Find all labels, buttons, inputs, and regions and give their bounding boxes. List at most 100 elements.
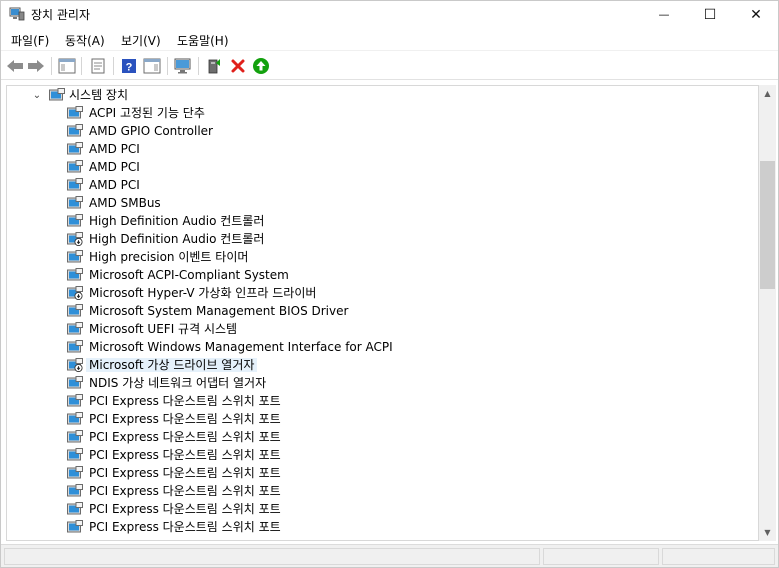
- maximize-icon: ☐: [703, 6, 717, 23]
- back-arrow-icon: [7, 60, 23, 72]
- system-devices-category-icon: [49, 88, 65, 101]
- enable-device-button[interactable]: [251, 56, 271, 76]
- expand-collapse-chevron-icon[interactable]: ⌄: [31, 89, 43, 101]
- device-label: AMD PCI: [89, 142, 140, 156]
- system-device-icon: [67, 448, 83, 461]
- menu-file[interactable]: 파일(F): [11, 32, 49, 49]
- tree-device-item[interactable]: High precision 이벤트 타이머: [7, 248, 747, 266]
- menu-action[interactable]: 동작(A): [65, 32, 105, 49]
- forward-button[interactable]: [26, 56, 46, 76]
- scroll-down-button[interactable]: ▼: [759, 524, 776, 541]
- tree-device-item[interactable]: AMD PCI: [7, 176, 747, 194]
- device-label: PCI Express 다운스트림 스위치 포트: [89, 412, 281, 426]
- action-pane-button[interactable]: [142, 56, 162, 76]
- scan-hardware-button[interactable]: [173, 56, 193, 76]
- close-button[interactable]: ✕: [733, 1, 779, 28]
- tree-device-item[interactable]: PCI Express 다운스트림 스위치 포트: [7, 428, 747, 446]
- show-hide-console-tree-icon: [58, 58, 76, 74]
- device-label: PCI Express 다운스트림 스위치 포트: [89, 394, 281, 408]
- device-label: AMD SMBus: [89, 196, 161, 210]
- tree-device-item[interactable]: Microsoft Windows Management Interface f…: [7, 338, 747, 356]
- properties-icon: [91, 58, 105, 74]
- tree-device-item[interactable]: PCI Express 다운스트림 스위치 포트: [7, 500, 747, 518]
- system-device-icon: [67, 394, 83, 407]
- help-button[interactable]: ?: [119, 56, 139, 76]
- tree-device-item[interactable]: PCI Express 다운스트림 스위치 포트: [7, 410, 747, 428]
- status-cell-tertiary: [662, 548, 775, 565]
- system-device-icon: [67, 502, 83, 515]
- system-device-icon: [67, 520, 83, 533]
- toolbar-separator: [81, 57, 82, 75]
- tree-device-item[interactable]: AMD GPIO Controller: [7, 122, 747, 140]
- system-device-icon: [67, 142, 83, 155]
- category-label: 시스템 장치: [69, 88, 129, 102]
- tree-device-item[interactable]: Microsoft Hyper-V 가상화 인프라 드라이버: [7, 284, 747, 302]
- tree-device-item[interactable]: Microsoft System Management BIOS Driver: [7, 302, 747, 320]
- status-bar: [1, 544, 778, 567]
- tree-device-item[interactable]: High Definition Audio 컨트롤러: [7, 212, 747, 230]
- properties-button[interactable]: [88, 56, 108, 76]
- show-hide-console-tree-button[interactable]: [57, 56, 77, 76]
- device-label: Microsoft Windows Management Interface f…: [89, 340, 393, 354]
- back-button[interactable]: [5, 56, 25, 76]
- tree-device-item[interactable]: Microsoft UEFI 규격 시스템: [7, 320, 747, 338]
- device-label: PCI Express 다운스트림 스위치 포트: [89, 502, 281, 516]
- device-label: Microsoft ACPI-Compliant System: [89, 268, 289, 282]
- system-device-icon: [67, 268, 83, 281]
- tree-device-item[interactable]: PCI Express 다운스트림 스위치 포트: [7, 482, 747, 500]
- toolbar: ?: [1, 52, 778, 80]
- minimize-icon: —: [658, 8, 670, 21]
- device-label: High Definition Audio 컨트롤러: [89, 214, 265, 228]
- tree-device-item[interactable]: AMD PCI: [7, 158, 747, 176]
- tree-device-item[interactable]: PCI Express 다운스트림 스위치 포트: [7, 392, 747, 410]
- uninstall-device-button[interactable]: [228, 56, 248, 76]
- device-label: AMD PCI: [89, 178, 140, 192]
- scroll-down-arrow-icon: ▼: [764, 528, 771, 537]
- device-label: AMD PCI: [89, 160, 140, 174]
- uninstall-device-icon: [231, 59, 245, 73]
- system-device-icon: [67, 250, 83, 263]
- title-bar: 장치 관리자 — ☐ ✕: [1, 1, 778, 28]
- system-device-icon: [67, 412, 83, 425]
- forward-arrow-icon: [28, 60, 44, 72]
- system-device-icon: [67, 178, 83, 191]
- tree-device-item[interactable]: PCI Express 다운스트림 스위치 포트: [7, 518, 747, 536]
- device-label: PCI Express 다운스트림 스위치 포트: [89, 520, 281, 534]
- maximize-button[interactable]: ☐: [687, 1, 733, 28]
- tree-category-system-devices[interactable]: ⌄ 시스템 장치: [7, 86, 747, 104]
- tree-device-item[interactable]: PCI Express 다운스트림 스위치 포트: [7, 464, 747, 482]
- system-device-icon: [67, 196, 83, 209]
- toolbar-separator: [51, 57, 52, 75]
- device-label: ACPI 고정된 기능 단추: [89, 106, 205, 120]
- tree-device-item[interactable]: AMD PCI: [7, 140, 747, 158]
- scrollbar-thumb[interactable]: [760, 161, 775, 289]
- status-cell-main: [4, 548, 540, 565]
- enable-device-icon: [253, 58, 269, 74]
- device-label: PCI Express 다운스트림 스위치 포트: [89, 484, 281, 498]
- menu-bar: 파일(F) 동작(A) 보기(V) 도움말(H): [1, 28, 778, 51]
- update-driver-button[interactable]: [204, 56, 224, 76]
- vertical-scrollbar[interactable]: ▲ ▼: [759, 85, 776, 541]
- tree-device-item[interactable]: PCI Express 다운스트림 스위치 포트: [7, 446, 747, 464]
- system-device-disabled-icon: [67, 232, 83, 246]
- system-device-disabled-icon: [67, 358, 83, 372]
- device-tree[interactable]: ⌄ 시스템 장치 ACPI 고정된 기능 단추 AMD GPIO Controll…: [6, 85, 759, 541]
- tree-device-item[interactable]: Microsoft 가상 드라이브 열거자: [7, 356, 747, 374]
- menu-view[interactable]: 보기(V): [121, 32, 161, 49]
- system-device-icon: [67, 466, 83, 479]
- tree-device-item[interactable]: ACPI 고정된 기능 단추: [7, 104, 747, 122]
- minimize-button[interactable]: —: [641, 1, 687, 28]
- update-driver-icon: [208, 59, 220, 74]
- tree-device-item[interactable]: High Definition Audio 컨트롤러: [7, 230, 747, 248]
- scroll-up-button[interactable]: ▲: [759, 85, 776, 102]
- tree-device-item[interactable]: Microsoft ACPI-Compliant System: [7, 266, 747, 284]
- tree-device-item[interactable]: AMD SMBus: [7, 194, 747, 212]
- status-cell-secondary: [543, 548, 659, 565]
- menu-help[interactable]: 도움말(H): [177, 32, 229, 49]
- tree-device-item[interactable]: NDIS 가상 네트워크 어댑터 열거자: [7, 374, 747, 392]
- system-device-icon: [67, 106, 83, 119]
- device-label: Microsoft UEFI 규격 시스템: [89, 322, 238, 336]
- scroll-up-arrow-icon: ▲: [764, 89, 771, 98]
- system-device-icon: [67, 214, 83, 227]
- device-label: NDIS 가상 네트워크 어댑터 열거자: [89, 376, 267, 390]
